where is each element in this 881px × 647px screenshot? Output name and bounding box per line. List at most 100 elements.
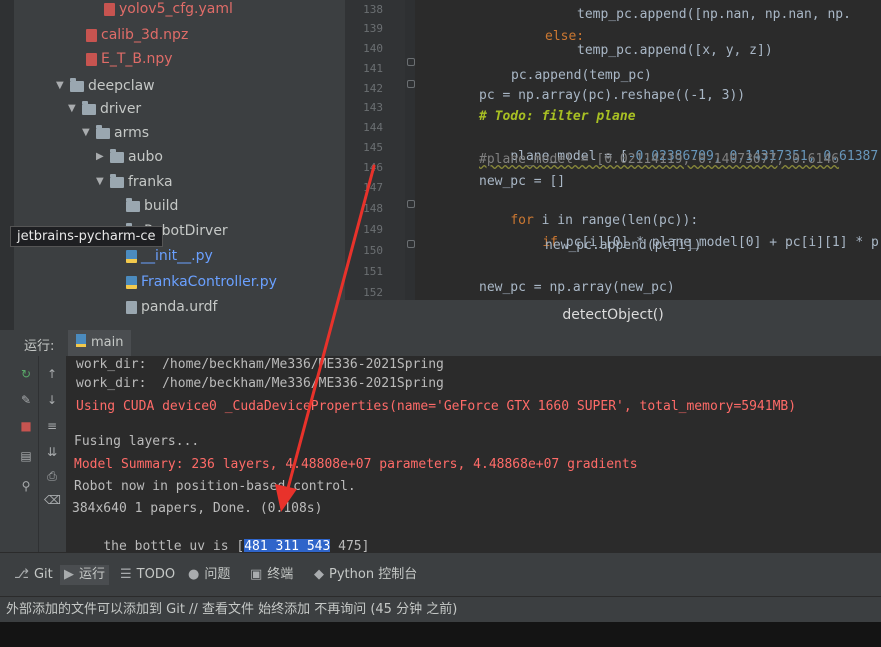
breadcrumb[interactable]: detectObject() xyxy=(345,300,881,330)
line-number: 145 xyxy=(363,141,383,154)
tree-item-yolov5-cfg[interactable]: yolov5_cfg.yaml xyxy=(104,0,233,20)
down-arrow-icon[interactable]: ↓ xyxy=(44,392,60,408)
line-number: 148 xyxy=(363,202,383,215)
window-tooltip: jetbrains-pycharm-ce xyxy=(10,226,163,247)
line-number: 147 xyxy=(363,181,383,194)
code-line: new_pc = [] xyxy=(479,174,566,189)
line-number: 143 xyxy=(363,101,383,114)
folder-icon xyxy=(70,77,84,92)
tab-problems[interactable]: ● 问题 xyxy=(188,565,230,585)
toolbar-separator xyxy=(38,356,39,552)
git-branch-icon: ⎇ xyxy=(14,567,29,582)
console-error-line: Using CUDA device0 _CudaDeviceProperties… xyxy=(76,399,797,414)
chevron-down-icon[interactable]: ▼ xyxy=(96,171,108,193)
folder-icon xyxy=(110,173,124,188)
status-bar[interactable]: 外部添加的文件可以添加到 Git // 查看文件 始终添加 不再询问 (45 分… xyxy=(0,596,881,622)
run-console-output[interactable]: work_dir: /home/beckham/Me336/ME336-2021… xyxy=(66,356,881,552)
urdf-file-icon xyxy=(126,300,137,314)
folder-icon xyxy=(82,100,96,115)
folder-icon xyxy=(96,124,110,139)
npz-file-icon xyxy=(86,28,97,42)
console-line: work_dir: /home/beckham/Me336/ME336-2021… xyxy=(76,376,444,391)
tree-item-arms[interactable]: ▼ arms xyxy=(82,122,149,144)
tree-item-driver[interactable]: ▼ driver xyxy=(68,98,141,120)
soft-wrap-icon[interactable]: ≡ xyxy=(44,418,60,434)
line-number: 139 xyxy=(363,22,383,35)
line-number: 140 xyxy=(363,42,383,55)
pin-icon[interactable]: ⚲ xyxy=(18,478,34,494)
tree-item-panda-urdf[interactable]: panda.urdf xyxy=(126,296,217,318)
line-number: 146 xyxy=(363,161,383,174)
info-icon: ● xyxy=(188,567,200,582)
stop-icon[interactable]: ■ xyxy=(18,418,34,434)
console-line: work_dir: /home/beckham/Me336/ME336-2021… xyxy=(76,357,444,372)
run-tab-main[interactable]: main xyxy=(68,330,132,356)
fold-marker-icon[interactable] xyxy=(407,240,415,248)
tab-terminal[interactable]: ▣ 终端 xyxy=(250,565,293,585)
fold-marker-icon[interactable] xyxy=(407,58,415,66)
tree-item-build[interactable]: build xyxy=(126,195,178,217)
tree-item-init-py[interactable]: __init__.py xyxy=(126,245,213,267)
yaml-file-icon xyxy=(104,2,115,16)
run-panel-header: 运行: main xyxy=(0,330,881,357)
fold-gutter xyxy=(405,0,415,300)
scroll-to-end-icon[interactable]: ⇊ xyxy=(44,444,60,460)
console-result-line: the bottle uv is [481 311 543 475] xyxy=(103,539,370,552)
code-line: pc = np.array(pc).reshape((-1, 3)) xyxy=(479,88,746,103)
line-number: 141 xyxy=(363,62,383,75)
layout-icon[interactable]: ▤ xyxy=(18,448,34,464)
code-line: temp_pc.append([x, y, z]) xyxy=(577,43,773,58)
line-number: 138 xyxy=(363,3,383,16)
line-number: 150 xyxy=(363,244,383,257)
line-number: 149 xyxy=(363,223,383,236)
tree-item-deepclaw[interactable]: ▼ deepclaw xyxy=(56,75,155,97)
python-run-icon xyxy=(76,334,86,347)
tab-todo[interactable]: ☰ TODO xyxy=(120,565,175,585)
print-icon[interactable]: ⎙ xyxy=(44,468,60,484)
chevron-right-icon[interactable]: ▶ xyxy=(96,146,108,168)
tab-python-console[interactable]: ◆ Python 控制台 xyxy=(314,565,417,585)
run-panel-label: 运行: xyxy=(24,339,55,354)
tab-git[interactable]: ⎇ Git xyxy=(14,565,53,585)
tree-item-frankacontroller[interactable]: FrankaController.py xyxy=(126,271,277,293)
code-line: new_pc = np.array(new_pc) xyxy=(479,280,675,295)
tree-left-strip xyxy=(0,0,14,330)
play-icon: ▶ xyxy=(64,567,74,582)
line-number-gutter: 138 139 140 141 142 143 144 145 146 147 … xyxy=(345,0,405,300)
line-number: 151 xyxy=(363,265,383,278)
fold-marker-icon[interactable] xyxy=(407,80,415,88)
code-line: temp_pc.append([np.nan, np.nan, np. xyxy=(577,7,851,22)
code-line: pc.append(temp_pc) xyxy=(511,68,652,83)
python-file-icon xyxy=(126,249,137,263)
line-number: 152 xyxy=(363,286,383,299)
tree-item-e-t-b[interactable]: E_T_B.npy xyxy=(86,48,173,70)
console-error-line: Model Summary: 236 layers, 4.48808e+07 p… xyxy=(74,457,638,472)
line-number: 144 xyxy=(363,121,383,134)
up-arrow-icon[interactable]: ↑ xyxy=(44,366,60,382)
code-line: new_pc.append(pc[i]) xyxy=(545,238,702,253)
commented-code-line: #plane_model = [0.02114119,-0.14073077,-… xyxy=(479,152,840,167)
list-icon: ☰ xyxy=(120,567,132,582)
chevron-down-icon[interactable]: ▼ xyxy=(68,98,80,120)
folder-icon xyxy=(126,197,140,212)
project-tree: yolov5_cfg.yaml calib_3d.npz E_T_B.npy ▼… xyxy=(0,0,345,330)
console-line: Fusing layers... xyxy=(74,434,200,449)
console-line: Robot now in position-based control. xyxy=(74,479,356,494)
wrench-icon[interactable]: ✎ xyxy=(18,392,34,408)
line-number: 142 xyxy=(363,82,383,95)
tab-run[interactable]: ▶ 运行 xyxy=(60,565,110,585)
tree-item-franka[interactable]: ▼ franka xyxy=(96,171,173,193)
delete-icon[interactable]: ⌫ xyxy=(44,492,61,508)
code-editor[interactable]: temp_pc.append([np.nan, np.nan, np. else… xyxy=(415,0,881,300)
chevron-down-icon[interactable]: ▼ xyxy=(56,75,68,97)
tool-window-bar: ⎇ Git ▶ 运行 ☰ TODO ● 问题 ▣ 终端 ◆ Python 控制台 xyxy=(0,552,881,597)
npy-file-icon xyxy=(86,52,97,66)
monitor-bezel xyxy=(0,622,881,647)
tree-item-calib-3d[interactable]: calib_3d.npz xyxy=(86,24,188,46)
fold-marker-icon[interactable] xyxy=(407,200,415,208)
rerun-icon[interactable]: ↻ xyxy=(18,366,34,382)
tree-item-aubo[interactable]: ▶ aubo xyxy=(96,146,163,168)
chevron-down-icon[interactable]: ▼ xyxy=(82,122,94,144)
folder-icon xyxy=(110,148,124,163)
selected-uv-text[interactable]: 481 311 543 xyxy=(244,539,331,552)
